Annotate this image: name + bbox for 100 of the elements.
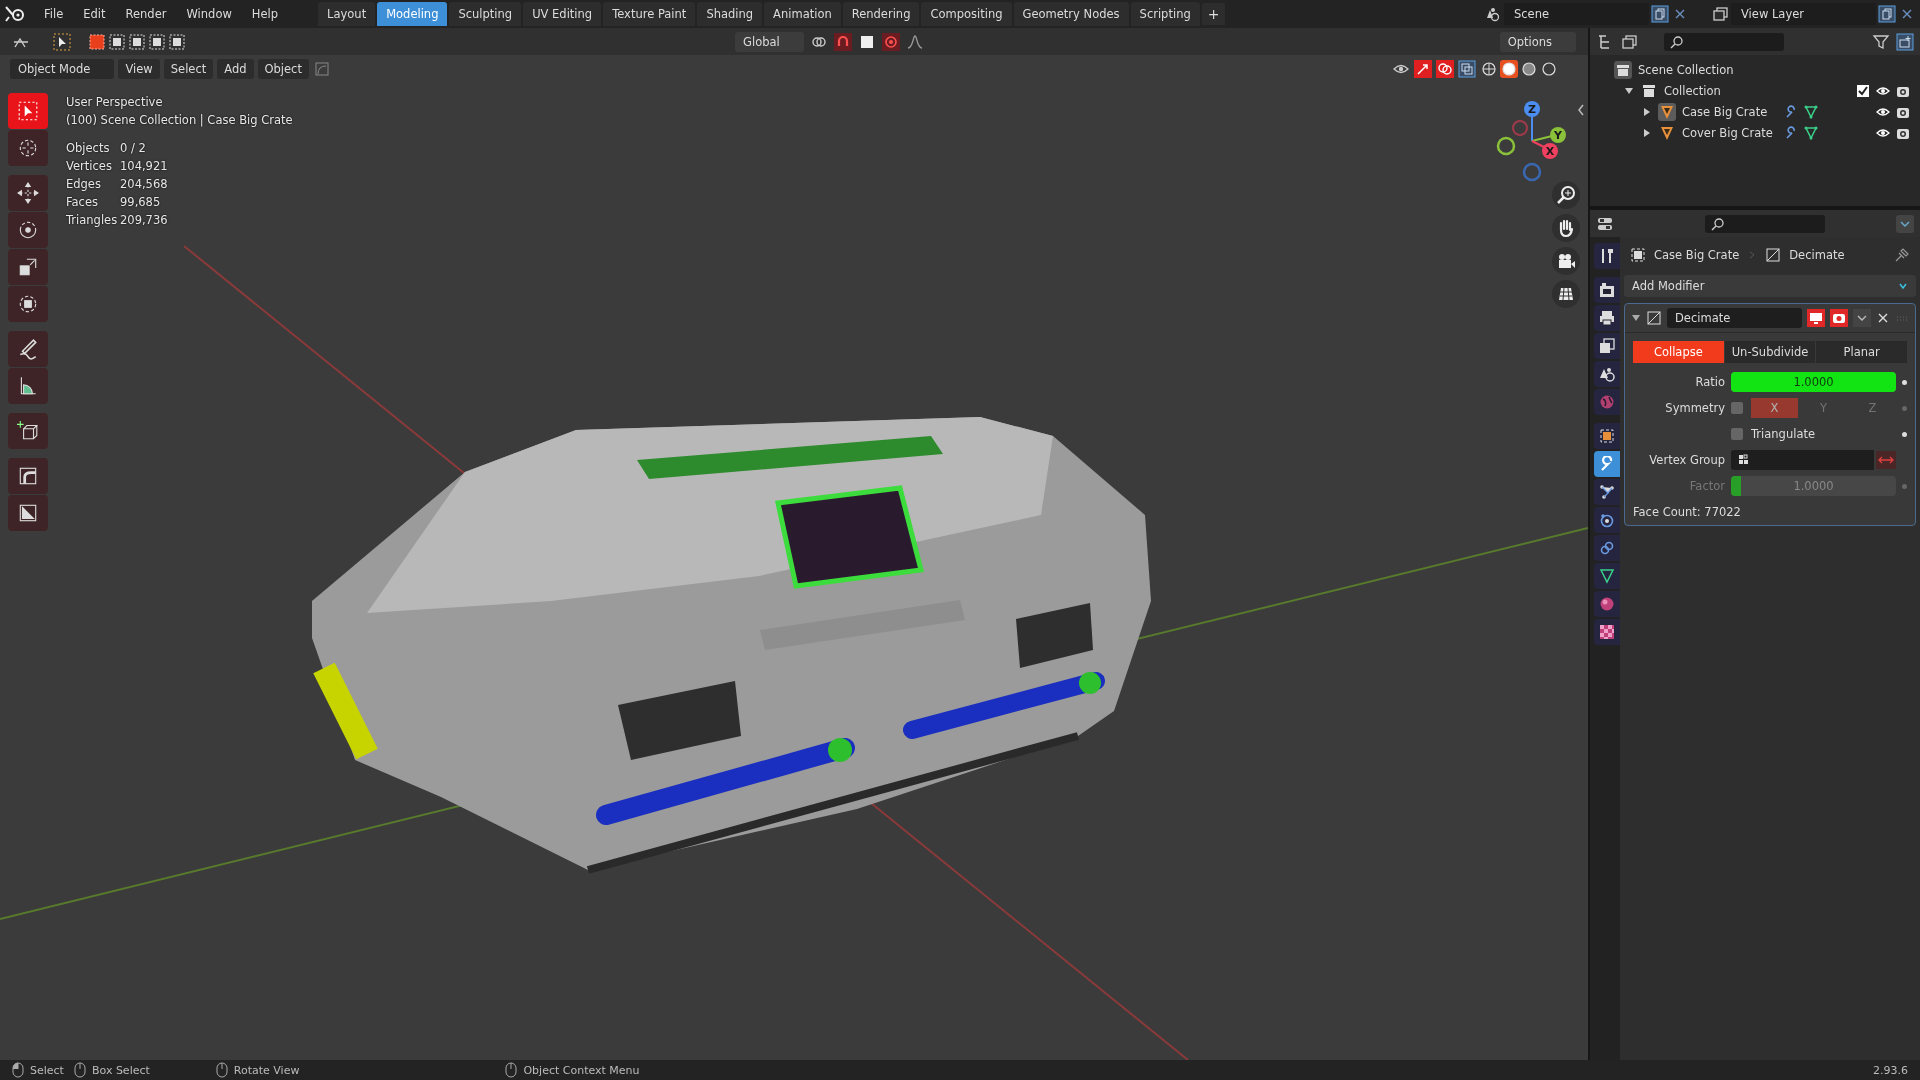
view-menu-item[interactable]: Add	[217, 59, 254, 79]
logo-icon[interactable]	[4, 5, 26, 23]
properties-tab[interactable]	[1594, 563, 1620, 589]
properties-tab[interactable]	[1594, 423, 1620, 449]
scene-shapes-icon[interactable]	[1484, 5, 1502, 23]
material-shading-icon[interactable]	[1520, 60, 1538, 78]
tool-button[interactable]	[8, 175, 48, 211]
chevron-down-icon[interactable]	[1896, 214, 1914, 233]
rendered-shading-icon[interactable]	[1540, 60, 1558, 78]
properties-tab[interactable]	[1594, 507, 1620, 533]
properties-tab[interactable]	[1594, 305, 1620, 331]
mesh-data-icon[interactable]	[1804, 125, 1818, 140]
selection-mode-icon[interactable]	[148, 32, 166, 51]
camera-icon[interactable]	[1552, 247, 1580, 275]
workspace-tab[interactable]: UV Editing	[523, 2, 602, 26]
grid-icon[interactable]	[1552, 280, 1580, 308]
vertex-group-field[interactable]	[1731, 450, 1874, 470]
workspace-tab[interactable]: Texture Paint	[603, 2, 696, 26]
wireframe-shading-icon[interactable]	[1480, 60, 1498, 78]
filter-icon[interactable]	[1872, 32, 1890, 51]
workspace-tab[interactable]: Geometry Nodes	[1013, 2, 1129, 26]
mode-tab[interactable]: Un-Subdivide	[1724, 341, 1816, 363]
properties-tab[interactable]	[1594, 619, 1620, 645]
overlay-toggle-icon[interactable]	[1436, 60, 1454, 78]
tool-button[interactable]	[8, 286, 48, 322]
copy-icon[interactable]	[1651, 5, 1669, 23]
checkbox[interactable]	[1856, 83, 1870, 98]
view-menu-item[interactable]: Select	[163, 59, 214, 79]
workspace-tab[interactable]: Animation	[764, 2, 841, 26]
xray-toggle-icon[interactable]	[1458, 60, 1476, 78]
selection-mode-icon[interactable]	[88, 32, 106, 51]
disclosure-triangle-icon[interactable]	[1624, 85, 1634, 96]
mode-dropdown[interactable]: Object Mode	[10, 59, 115, 79]
images-icon[interactable]	[1711, 5, 1729, 23]
properties-tab[interactable]	[1594, 243, 1620, 269]
pin-icon[interactable]	[1894, 247, 1910, 263]
tool-button[interactable]	[8, 458, 48, 494]
ratio-slider[interactable]: 1.0000	[1731, 372, 1896, 392]
view-menu-item[interactable]: View	[118, 59, 160, 79]
wrench-icon[interactable]	[1784, 125, 1798, 140]
outliner-item[interactable]: Case Big Crate	[1682, 104, 1778, 119]
new-collection-icon[interactable]	[1896, 32, 1914, 51]
disclosure-triangle-icon[interactable]	[1642, 106, 1652, 117]
search-field[interactable]	[1664, 32, 1784, 51]
workspace-tab[interactable]: Scripting	[1130, 2, 1200, 26]
magnet-icon[interactable]	[833, 32, 852, 51]
checkbox[interactable]	[1731, 402, 1743, 414]
menu-item[interactable]: Help	[243, 4, 287, 24]
add-modifier-dropdown[interactable]: Add Modifier	[1624, 275, 1916, 297]
tool-button[interactable]	[8, 130, 48, 166]
close-icon[interactable]	[1876, 311, 1890, 325]
zoom-icon[interactable]	[1552, 181, 1580, 209]
mesh-object-icon[interactable]	[1658, 102, 1676, 121]
properties-tab[interactable]	[1594, 479, 1620, 505]
checkbox-label[interactable]: Triangulate	[1751, 427, 1815, 441]
workspace-tab[interactable]: Shading	[697, 2, 763, 26]
keyframe-dot[interactable]	[1902, 405, 1907, 411]
tool-button[interactable]	[8, 413, 48, 449]
workspace-tab[interactable]: Sculpting	[449, 2, 522, 26]
selection-mode-icon[interactable]	[108, 32, 126, 51]
wrench-icon[interactable]	[1784, 104, 1798, 119]
menu-item[interactable]: Window	[178, 4, 240, 24]
menu-item[interactable]: Render	[117, 4, 175, 24]
active-tool-icon[interactable]	[52, 31, 72, 52]
tool-button[interactable]	[8, 331, 48, 367]
mode-tab[interactable]: Collapse	[1633, 341, 1724, 363]
tool-button[interactable]	[8, 212, 48, 248]
workspace-tab[interactable]: Compositing	[921, 2, 1012, 26]
menu-item[interactable]: File	[36, 4, 72, 24]
outliner-item[interactable]: Collection	[1664, 83, 1721, 98]
menu-item[interactable]: Edit	[75, 4, 114, 24]
workspace-tab[interactable]: Rendering	[842, 2, 920, 26]
properties-tab[interactable]	[1594, 333, 1620, 359]
properties-tab[interactable]	[1594, 277, 1620, 303]
copy-icon[interactable]	[1878, 5, 1896, 23]
checkbox[interactable]	[1731, 428, 1743, 440]
selection-mode-icon[interactable]	[168, 32, 186, 51]
disclosure-triangle-icon[interactable]	[1631, 313, 1641, 323]
navigation-gizmo[interactable]: Z Y X	[1496, 95, 1576, 185]
tool-button[interactable]	[8, 368, 48, 404]
modifier-name-field[interactable]: Decimate	[1667, 308, 1802, 328]
view-layer-field[interactable]: View Layer	[1731, 3, 1876, 25]
mode-tab[interactable]: Planar	[1816, 341, 1907, 363]
search-field[interactable]	[1705, 214, 1825, 233]
gizmo-toggle-icon[interactable]	[1414, 60, 1432, 78]
hand-icon[interactable]	[1552, 214, 1580, 242]
chevron-down-icon[interactable]	[1853, 309, 1871, 327]
view-menu-item[interactable]: Object	[257, 59, 309, 79]
proportional-edit-icon[interactable]	[881, 32, 900, 51]
disclosure-triangle-icon[interactable]	[1642, 127, 1652, 138]
outliner-item[interactable]: Cover Big Crate	[1682, 125, 1778, 140]
selection-mode-icon[interactable]	[128, 32, 146, 51]
images-icon[interactable]	[1620, 32, 1638, 51]
keyframe-dot[interactable]	[1902, 483, 1907, 489]
properties-tab[interactable]	[1594, 361, 1620, 387]
properties-tab[interactable]	[1594, 535, 1620, 561]
keyframe-dot[interactable]	[1902, 379, 1907, 385]
add-workspace-button[interactable]: +	[1201, 3, 1226, 25]
scene-field[interactable]: Scene	[1504, 3, 1649, 25]
invert-arrows-icon[interactable]	[1876, 450, 1896, 470]
